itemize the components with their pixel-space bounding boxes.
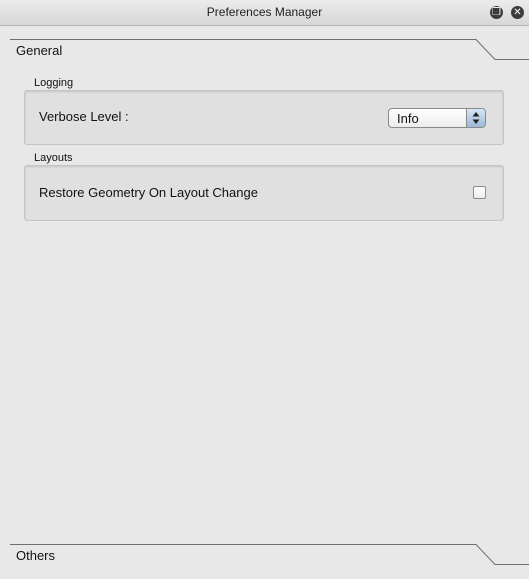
section-header-tab-shape [10, 544, 529, 565]
section-label-general: General [16, 43, 63, 58]
section-label-others: Others [16, 548, 56, 563]
section-header-general[interactable]: General [0, 38, 529, 66]
updown-arrows-icon[interactable] [466, 109, 485, 127]
title-bar[interactable]: Preferences Manager ❐ ✕ [0, 0, 529, 26]
group-title-layouts: Layouts [34, 152, 73, 164]
group-title-logging: Logging [34, 77, 74, 89]
window-title: Preferences Manager [206, 5, 323, 19]
updown-arrows-glyph [472, 112, 480, 124]
verbose-level-select[interactable]: Info [388, 108, 486, 128]
section-header-others[interactable]: Others [0, 543, 529, 571]
close-icon[interactable]: ✕ [511, 6, 524, 19]
restore-geometry-label: Restore Geometry On Layout Change [39, 185, 258, 200]
restore-geometry-checkbox[interactable] [473, 186, 486, 199]
verbose-level-value: Info [397, 111, 419, 126]
verbose-level-label: Verbose Level : [39, 109, 129, 124]
section-header-tab-shape [10, 39, 529, 60]
preferences-window: Preferences Manager ❐ ✕ General Logging … [0, 0, 529, 579]
restore-window-icon[interactable]: ❐ [490, 6, 503, 19]
